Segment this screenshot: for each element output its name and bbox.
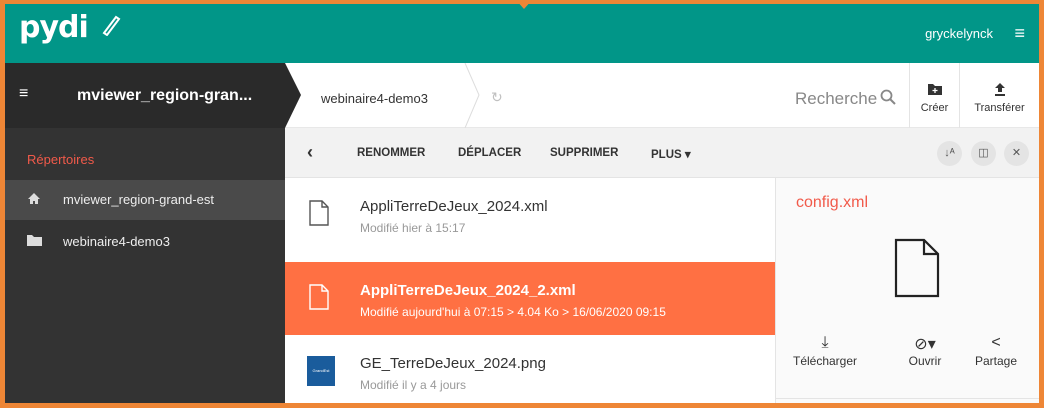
breadcrumb-separator bbox=[464, 63, 480, 128]
file-row[interactable]: AppliTerreDeJeux_2024.xml Modifié hier à… bbox=[285, 178, 775, 251]
eye-icon: ⊘▾ bbox=[914, 336, 936, 353]
action-bar: ‹ RENOMMER DÉPLACER SUPPRIMER PLUS ▾ ↓ᴬ … bbox=[285, 128, 1039, 178]
sidebar-title: Répertoires bbox=[27, 152, 95, 167]
search-input[interactable]: Recherche bbox=[795, 89, 877, 109]
top-caret bbox=[516, 0, 532, 9]
app-window: pydi gryckelynck ≡ ≡ mviewer_region-gran… bbox=[0, 0, 1044, 408]
download-button[interactable]: ⤓ Télécharger bbox=[790, 334, 860, 368]
sort-icon[interactable]: ↓ᴬ bbox=[937, 141, 962, 166]
sidebar-item-label: mviewer_region-grand-est bbox=[63, 192, 215, 207]
workspace-header: ≡ mviewer_region-gran... bbox=[5, 63, 285, 128]
create-label: Créer bbox=[920, 102, 949, 114]
divider bbox=[776, 398, 1039, 399]
search-icon[interactable] bbox=[880, 89, 896, 105]
move-button[interactable]: DÉPLACER bbox=[458, 147, 521, 159]
file-meta: Modifié hier à 15:17 bbox=[360, 221, 466, 235]
detail-panel: config.xml ⤓ Télécharger ⊘▾ Ouvrir < Par… bbox=[775, 178, 1039, 403]
open-label: Ouvrir bbox=[908, 354, 942, 368]
menu-icon[interactable]: ≡ bbox=[1014, 24, 1025, 42]
download-label: Télécharger bbox=[792, 354, 858, 368]
large-file-icon bbox=[894, 238, 940, 298]
new-folder-icon bbox=[928, 84, 942, 95]
file-row-selected[interactable]: AppliTerreDeJeux_2024_2.xml Modifié aujo… bbox=[285, 262, 775, 335]
workspace-arrow bbox=[285, 63, 301, 128]
file-name: GE_TerreDeJeux_2024.png bbox=[360, 355, 546, 372]
breadcrumb-current[interactable]: webinaire4-demo3 bbox=[321, 91, 428, 106]
image-thumbnail: GrandEst bbox=[307, 356, 335, 386]
breadcrumb-bar: webinaire4-demo3 ↻ Recherche Créer Trans… bbox=[285, 63, 1039, 128]
file-name: AppliTerreDeJeux_2024_2.xml bbox=[360, 282, 576, 299]
rename-button[interactable]: RENOMMER bbox=[357, 147, 425, 159]
delete-button[interactable]: SUPPRIMER bbox=[550, 147, 618, 159]
folder-icon bbox=[27, 235, 42, 246]
create-button[interactable]: Créer bbox=[909, 63, 959, 128]
user-name[interactable]: gryckelynck bbox=[925, 26, 993, 41]
home-icon bbox=[28, 193, 40, 204]
more-button[interactable]: PLUS ▾ bbox=[651, 147, 691, 161]
file-row[interactable]: GrandEst GE_TerreDeJeux_2024.png Modifié… bbox=[285, 335, 775, 403]
share-button[interactable]: < Partage bbox=[966, 334, 1026, 368]
workspace-title[interactable]: mviewer_region-gran... bbox=[77, 87, 252, 105]
pen-icon bbox=[102, 15, 121, 36]
sidebar-item-folder[interactable]: webinaire4-demo3 bbox=[5, 222, 285, 262]
upload-icon bbox=[995, 83, 1005, 96]
file-icon bbox=[309, 284, 329, 310]
share-label: Partage bbox=[974, 354, 1018, 368]
upload-label: Transférer bbox=[974, 102, 1025, 114]
sidebar-item-home[interactable]: mviewer_region-grand-est bbox=[5, 180, 285, 220]
sidebar: Répertoires mviewer_region-grand-est web… bbox=[5, 128, 285, 403]
sidebar-item-label: webinaire4-demo3 bbox=[63, 234, 170, 249]
sidebar-toggle-icon[interactable]: ≡ bbox=[19, 85, 28, 103]
file-list: AppliTerreDeJeux_2024.xml Modifié hier à… bbox=[285, 178, 775, 403]
file-meta: Modifié aujourd'hui à 07:15 > 4.04 Ko > … bbox=[360, 305, 666, 319]
upload-button[interactable]: Transférer bbox=[959, 63, 1039, 128]
file-icon bbox=[309, 200, 329, 226]
refresh-icon[interactable]: ↻ bbox=[491, 89, 503, 106]
file-meta: Modifié il y a 4 jours bbox=[360, 378, 467, 392]
download-icon: ⤓ bbox=[821, 334, 829, 351]
share-icon: < bbox=[991, 334, 1001, 351]
open-button[interactable]: ⊘▾ Ouvrir bbox=[900, 334, 950, 368]
close-icon[interactable]: ✕ bbox=[1004, 141, 1029, 166]
columns-icon[interactable]: ◫ bbox=[971, 141, 996, 166]
file-name: AppliTerreDeJeux_2024.xml bbox=[360, 198, 548, 215]
back-icon[interactable]: ‹ bbox=[307, 142, 313, 163]
app-logo[interactable]: pydi bbox=[19, 10, 89, 45]
detail-title: config.xml bbox=[796, 194, 869, 211]
top-bar: pydi gryckelynck ≡ bbox=[5, 4, 1039, 63]
